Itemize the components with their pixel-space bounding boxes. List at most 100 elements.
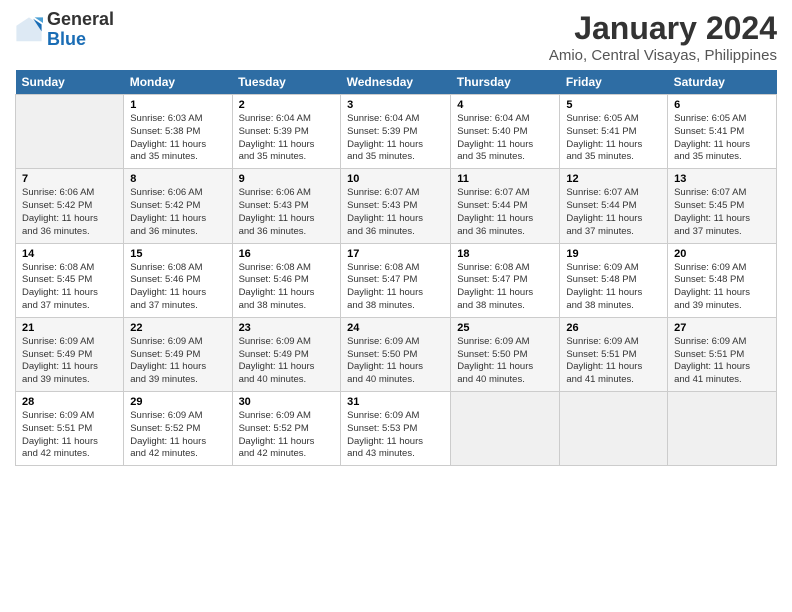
- day-number: 15: [130, 248, 225, 260]
- day-number: 13: [674, 173, 770, 185]
- day-number: 26: [566, 322, 661, 334]
- day-number: 18: [457, 248, 553, 260]
- logo: General Blue: [15, 10, 114, 50]
- calendar-cell: 20Sunrise: 6:09 AM Sunset: 5:48 PM Dayli…: [668, 243, 777, 317]
- week-row-1: 1 Sunrise: 6:03 AM Sunset: 5:38 PM Daylig…: [16, 95, 777, 169]
- calendar-cell: [560, 392, 668, 466]
- calendar-cell: [451, 392, 560, 466]
- day-info: Sunrise: 6:09 AM Sunset: 5:48 PM Dayligh…: [566, 262, 661, 313]
- calendar-cell: 14 Sunrise: 6:08 AM Sunset: 5:45 PM Dayli…: [16, 243, 124, 317]
- calendar-table: SundayMondayTuesdayWednesdayThursdayFrid…: [15, 70, 777, 466]
- day-number: 7: [22, 173, 117, 185]
- day-info: Sunrise: 6:03 AM Sunset: 5:38 PM Dayligh…: [130, 113, 225, 164]
- calendar-cell: 1 Sunrise: 6:03 AM Sunset: 5:38 PM Daylig…: [124, 95, 232, 169]
- day-number: 1: [130, 99, 225, 111]
- day-number: 22: [130, 322, 225, 334]
- calendar-cell: 8Sunrise: 6:06 AM Sunset: 5:42 PM Daylig…: [124, 169, 232, 243]
- day-info: Sunrise: 6:07 AM Sunset: 5:44 PM Dayligh…: [566, 187, 661, 238]
- day-info: Sunrise: 6:09 AM Sunset: 5:52 PM Dayligh…: [239, 410, 335, 461]
- calendar-cell: 10 Sunrise: 6:07 AM Sunset: 5:43 PM Dayli…: [341, 169, 451, 243]
- col-header-wednesday: Wednesday: [341, 70, 451, 95]
- day-number: 24: [347, 322, 444, 334]
- calendar-cell: 13 Sunrise: 6:07 AM Sunset: 5:45 PM Dayli…: [668, 169, 777, 243]
- week-row-5: 28 Sunrise: 6:09 AM Sunset: 5:51 PM Dayli…: [16, 392, 777, 466]
- calendar-cell: 7 Sunrise: 6:06 AM Sunset: 5:42 PM Daylig…: [16, 169, 124, 243]
- day-number: 2: [239, 99, 335, 111]
- day-info: Sunrise: 6:08 AM Sunset: 5:46 PM Dayligh…: [130, 262, 225, 313]
- day-info: Sunrise: 6:07 AM Sunset: 5:44 PM Dayligh…: [457, 187, 553, 238]
- col-header-monday: Monday: [124, 70, 232, 95]
- calendar-cell: [668, 392, 777, 466]
- calendar-cell: 29Sunrise: 6:09 AM Sunset: 5:52 PM Dayli…: [124, 392, 232, 466]
- calendar-cell: 30 Sunrise: 6:09 AM Sunset: 5:52 PM Dayli…: [232, 392, 341, 466]
- col-header-tuesday: Tuesday: [232, 70, 341, 95]
- day-info: Sunrise: 6:07 AM Sunset: 5:43 PM Dayligh…: [347, 187, 444, 238]
- day-info: Sunrise: 6:09 AM Sunset: 5:49 PM Dayligh…: [130, 336, 225, 387]
- calendar-cell: 27 Sunrise: 6:09 AM Sunset: 5:51 PM Dayli…: [668, 317, 777, 391]
- day-info: Sunrise: 6:04 AM Sunset: 5:40 PM Dayligh…: [457, 113, 553, 164]
- page: General Blue January 2024 Amio, Central …: [0, 0, 792, 612]
- day-info: Sunrise: 6:09 AM Sunset: 5:51 PM Dayligh…: [22, 410, 117, 461]
- day-number: 19: [566, 248, 661, 260]
- day-number: 30: [239, 396, 335, 408]
- calendar-cell: 2 Sunrise: 6:04 AM Sunset: 5:39 PM Daylig…: [232, 95, 341, 169]
- calendar-cell: 28 Sunrise: 6:09 AM Sunset: 5:51 PM Dayli…: [16, 392, 124, 466]
- day-number: 3: [347, 99, 444, 111]
- day-number: 29: [130, 396, 225, 408]
- logo-line1: General: [47, 10, 114, 30]
- logo-line2: Blue: [47, 30, 114, 50]
- day-number: 10: [347, 173, 444, 185]
- calendar-cell: 5Sunrise: 6:05 AM Sunset: 5:41 PM Daylig…: [560, 95, 668, 169]
- calendar-cell: 12 Sunrise: 6:07 AM Sunset: 5:44 PM Dayli…: [560, 169, 668, 243]
- day-info: Sunrise: 6:04 AM Sunset: 5:39 PM Dayligh…: [239, 113, 335, 164]
- day-info: Sunrise: 6:06 AM Sunset: 5:43 PM Dayligh…: [239, 187, 335, 238]
- calendar-cell: 16 Sunrise: 6:08 AM Sunset: 5:46 PM Dayli…: [232, 243, 341, 317]
- calendar-cell: 18 Sunrise: 6:08 AM Sunset: 5:47 PM Dayli…: [451, 243, 560, 317]
- day-number: 23: [239, 322, 335, 334]
- calendar-cell: [16, 95, 124, 169]
- day-number: 27: [674, 322, 770, 334]
- subtitle: Amio, Central Visayas, Philippines: [549, 47, 777, 64]
- day-number: 4: [457, 99, 553, 111]
- calendar-cell: 6Sunrise: 6:05 AM Sunset: 5:41 PM Daylig…: [668, 95, 777, 169]
- logo-icon: [15, 16, 43, 44]
- week-row-2: 7 Sunrise: 6:06 AM Sunset: 5:42 PM Daylig…: [16, 169, 777, 243]
- calendar-cell: 17Sunrise: 6:08 AM Sunset: 5:47 PM Dayli…: [341, 243, 451, 317]
- col-header-saturday: Saturday: [668, 70, 777, 95]
- week-row-3: 14 Sunrise: 6:08 AM Sunset: 5:45 PM Dayli…: [16, 243, 777, 317]
- calendar-cell: 25Sunrise: 6:09 AM Sunset: 5:50 PM Dayli…: [451, 317, 560, 391]
- header: General Blue January 2024 Amio, Central …: [15, 10, 777, 64]
- calendar-cell: 3 Sunrise: 6:04 AM Sunset: 5:39 PM Daylig…: [341, 95, 451, 169]
- day-info: Sunrise: 6:08 AM Sunset: 5:45 PM Dayligh…: [22, 262, 117, 313]
- calendar-cell: 4 Sunrise: 6:04 AM Sunset: 5:40 PM Daylig…: [451, 95, 560, 169]
- day-info: Sunrise: 6:09 AM Sunset: 5:49 PM Dayligh…: [22, 336, 117, 387]
- day-info: Sunrise: 6:09 AM Sunset: 5:48 PM Dayligh…: [674, 262, 770, 313]
- day-info: Sunrise: 6:08 AM Sunset: 5:47 PM Dayligh…: [347, 262, 444, 313]
- day-info: Sunrise: 6:08 AM Sunset: 5:47 PM Dayligh…: [457, 262, 553, 313]
- week-row-4: 21 Sunrise: 6:09 AM Sunset: 5:49 PM Dayli…: [16, 317, 777, 391]
- main-title: January 2024: [549, 10, 777, 47]
- calendar-cell: 11Sunrise: 6:07 AM Sunset: 5:44 PM Dayli…: [451, 169, 560, 243]
- day-info: Sunrise: 6:06 AM Sunset: 5:42 PM Dayligh…: [130, 187, 225, 238]
- day-info: Sunrise: 6:09 AM Sunset: 5:51 PM Dayligh…: [674, 336, 770, 387]
- col-header-friday: Friday: [560, 70, 668, 95]
- logo-text: General Blue: [47, 10, 114, 50]
- day-info: Sunrise: 6:06 AM Sunset: 5:42 PM Dayligh…: [22, 187, 117, 238]
- day-number: 14: [22, 248, 117, 260]
- day-info: Sunrise: 6:07 AM Sunset: 5:45 PM Dayligh…: [674, 187, 770, 238]
- day-info: Sunrise: 6:05 AM Sunset: 5:41 PM Dayligh…: [674, 113, 770, 164]
- day-number: 12: [566, 173, 661, 185]
- day-number: 31: [347, 396, 444, 408]
- day-number: 9: [239, 173, 335, 185]
- title-block: January 2024 Amio, Central Visayas, Phil…: [549, 10, 777, 64]
- day-info: Sunrise: 6:08 AM Sunset: 5:46 PM Dayligh…: [239, 262, 335, 313]
- day-info: Sunrise: 6:04 AM Sunset: 5:39 PM Dayligh…: [347, 113, 444, 164]
- header-row: SundayMondayTuesdayWednesdayThursdayFrid…: [16, 70, 777, 95]
- calendar-cell: 21 Sunrise: 6:09 AM Sunset: 5:49 PM Dayli…: [16, 317, 124, 391]
- day-number: 21: [22, 322, 117, 334]
- day-number: 28: [22, 396, 117, 408]
- calendar-cell: 19 Sunrise: 6:09 AM Sunset: 5:48 PM Dayli…: [560, 243, 668, 317]
- day-info: Sunrise: 6:09 AM Sunset: 5:53 PM Dayligh…: [347, 410, 444, 461]
- day-number: 16: [239, 248, 335, 260]
- calendar-cell: 9 Sunrise: 6:06 AM Sunset: 5:43 PM Daylig…: [232, 169, 341, 243]
